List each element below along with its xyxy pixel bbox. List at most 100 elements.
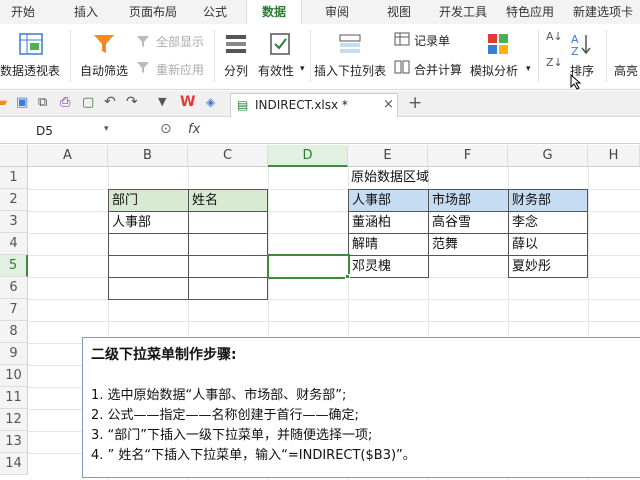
export-icon[interactable]: ⧉ [38,95,47,110]
show-all-label: 全部显示 [156,35,205,49]
row-header-4[interactable]: 4 [0,233,28,255]
document-tab[interactable]: ▤ INDIRECT.xlsx * × [230,93,398,117]
wps-logo-icon[interactable]: W [180,94,195,110]
filter-icon [94,35,114,53]
validation-label: 有效性 [258,64,295,78]
instructions-textbox[interactable]: 二级下拉菜单制作步骤: 1. 选中原始数据“人事部、市场部、财务部”; 2. 公… [82,337,640,478]
cell-c5[interactable] [188,255,268,278]
cell-f2-market-header[interactable]: 市场部 [428,189,509,212]
row-header-13[interactable]: 13 [0,431,28,453]
tab-data[interactable]: 数据 [246,0,302,24]
cell-c2-name-header[interactable]: 姓名 [188,189,268,212]
merge-calc-label: 合并计算 [414,63,463,77]
document-tab-title: INDIRECT.xlsx * [255,98,348,112]
tab-page-layout[interactable]: 页面布局 [118,0,188,24]
customize-dropdown-icon[interactable]: ▼ [158,95,166,108]
cell-b6[interactable] [108,277,189,300]
cell-b5[interactable] [108,255,189,278]
name-box[interactable]: D5 [2,121,112,141]
column-header-e[interactable]: E [348,145,428,167]
menu-bar: 开始 插入 页面布局 公式 数据 审阅 视图 开发工具 特色应用 新建选项卡 [0,0,640,24]
print-icon[interactable]: ⎙ [60,95,70,110]
tab-home[interactable]: 开始 [0,0,46,24]
app-cube-icon[interactable]: ◈ [206,95,215,109]
column-header-g[interactable]: G [508,145,588,167]
row-header-2[interactable]: 2 [0,189,28,211]
fill-handle[interactable] [345,274,350,279]
sort-icon: A Z [571,33,591,56]
row-header-1[interactable]: 1 [0,167,28,189]
row-header-11[interactable]: 11 [0,387,28,409]
close-tab-icon[interactable]: × [383,97,394,112]
cell-b4[interactable] [108,233,189,256]
tab-new[interactable]: 新建选项卡 [566,0,640,24]
insert-function-button[interactable]: fx [188,122,200,137]
cell-e5[interactable]: 邓灵槐 [348,255,429,278]
cell-e3[interactable]: 董涵柏 [348,211,429,234]
column-header-c[interactable]: C [188,145,268,167]
row-header-3[interactable]: 3 [0,211,28,233]
auto-filter-label: 自动筛选 [80,64,129,78]
spreadsheet-app: 开始 插入 页面布局 公式 数据 审阅 视图 开发工具 特色应用 新建选项卡 数… [0,0,640,480]
formula-bar: D5 ▾ ⊙ fx [0,118,640,144]
cell-f3[interactable]: 高谷雪 [428,211,509,234]
column-header-d[interactable]: D [268,145,348,167]
sort-ascending-icon[interactable]: A↓ [546,30,563,43]
cell-g3[interactable]: 李念 [508,211,588,234]
cell-g4[interactable]: 薛以 [508,233,588,256]
cell-c6[interactable] [188,277,268,300]
column-header-a[interactable]: A [28,145,108,167]
cell-b3[interactable]: 人事部 [108,211,189,234]
cell-f4[interactable]: 范舞 [428,233,509,256]
column-header-b[interactable]: B [108,145,188,167]
select-all-corner[interactable] [0,145,28,167]
active-cell-d5[interactable] [267,254,350,279]
tab-view[interactable]: 视图 [374,0,424,24]
cell-g2-finance-header[interactable]: 财务部 [508,189,588,212]
new-tab-icon[interactable]: + [408,93,422,113]
tab-special[interactable]: 特色应用 [500,0,560,24]
instruction-step-2: 2. 公式——指定——名称创建于首行——确定; [91,408,359,423]
save-icon[interactable]: ▣ [16,95,28,110]
name-box-dropdown-icon[interactable]: ▾ [104,124,109,134]
tab-formulas[interactable]: 公式 [192,0,238,24]
cell-f5[interactable] [428,255,509,278]
row-header-7[interactable]: 7 [0,299,28,321]
formula-input[interactable] [222,123,632,141]
cell-g5[interactable]: 夏妙彤 [508,255,588,278]
zoom-search-icon[interactable]: ⊙ [160,121,172,137]
merge-calc-icon [394,60,410,74]
cell-c3[interactable] [188,211,268,234]
row-header-8[interactable]: 8 [0,321,28,343]
column-header-f[interactable]: F [428,145,508,167]
pivot-table-icon [19,33,43,55]
tab-review[interactable]: 审阅 [312,0,362,24]
simulate-dropdown-icon: ▾ [526,64,531,74]
row-header-6[interactable]: 6 [0,277,28,299]
cell-e2-hr-header[interactable]: 人事部 [348,189,429,212]
sort-descending-icon[interactable]: Z↓ [546,56,563,69]
pivot-table-label: 数据透视表 [0,64,61,78]
source-data-title: 原始数据区域 [351,170,430,185]
row-header-5[interactable]: 5 [0,255,28,277]
column-header-h[interactable]: H [588,145,640,167]
split-column-label: 分列 [224,64,249,78]
preview-icon[interactable]: ▢ [82,95,94,110]
highlight-label[interactable]: 高亮 [614,62,638,79]
cell-b2-dept-header[interactable]: 部门 [108,189,189,212]
dropdown-list-icon [339,34,361,53]
row-header-12[interactable]: 12 [0,409,28,431]
row-header-9[interactable]: 9 [0,343,28,365]
cell-e4[interactable]: 解晴 [348,233,429,256]
cell-c4[interactable] [188,233,268,256]
simulate-analysis-icon [488,34,508,54]
row-header-14[interactable]: 14 [0,453,28,475]
undo-icon[interactable]: ↶ [104,94,116,110]
validation-icon [270,33,290,55]
row-header-10[interactable]: 10 [0,365,28,387]
folder-icon[interactable]: ▰ [0,95,7,109]
redo-icon[interactable]: ↷ [126,94,138,110]
split-column-icon [226,35,246,53]
tab-insert[interactable]: 插入 [60,0,112,24]
tab-developer[interactable]: 开发工具 [432,0,494,24]
